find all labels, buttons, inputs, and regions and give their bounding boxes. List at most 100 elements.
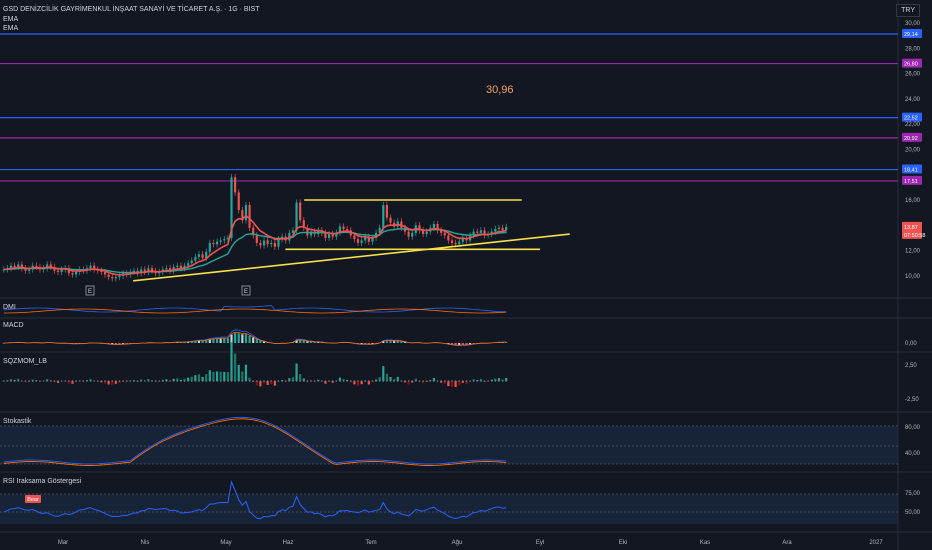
sqzmom-dot bbox=[180, 380, 182, 382]
ema-indicator-1[interactable]: EMA bbox=[3, 15, 259, 25]
sqzmom-dot bbox=[209, 380, 211, 382]
sqzmom-dot bbox=[505, 380, 507, 382]
macd-histogram-bar bbox=[219, 338, 222, 343]
sqzmom-dot bbox=[35, 380, 38, 382]
macd-histogram-bar bbox=[461, 343, 464, 345]
dmi-pane-title[interactable]: DMI bbox=[3, 304, 16, 311]
rsi-tick-label: 50,00 bbox=[905, 510, 921, 516]
sqzmom-dot bbox=[86, 380, 88, 382]
sqzmom-dot bbox=[165, 380, 168, 382]
candle-body bbox=[342, 226, 345, 230]
sqzmom-dot bbox=[111, 380, 114, 382]
sqzmom-dot bbox=[454, 380, 457, 382]
ema-indicator-2[interactable]: EMA bbox=[3, 24, 259, 34]
sqzmom-dot bbox=[219, 380, 222, 382]
candle-body bbox=[291, 230, 295, 233]
sqzmom-dot bbox=[472, 380, 475, 382]
sqzmom-dot bbox=[321, 380, 323, 382]
sqzmom-dot bbox=[96, 380, 99, 382]
sqzmom-dot bbox=[407, 380, 410, 382]
candle-body bbox=[450, 240, 454, 243]
candle-body bbox=[194, 256, 197, 261]
sqzmom-dot bbox=[462, 380, 464, 382]
candle-body bbox=[215, 241, 219, 245]
sqzmom-dot bbox=[194, 380, 197, 382]
macd-signal-line bbox=[3, 331, 507, 346]
sqzmom-dot bbox=[313, 380, 316, 382]
price-tick-label: 26,00 bbox=[905, 72, 921, 78]
macd-histogram-bar bbox=[197, 340, 201, 343]
stochastic-pane-title[interactable]: Stokastik bbox=[3, 418, 31, 425]
price-tick-label: 22,00 bbox=[905, 122, 921, 128]
price-axis-label: 17,51 bbox=[904, 179, 918, 185]
sqzmom-dot bbox=[274, 380, 276, 382]
sqzmom-pane-title[interactable]: SQZMOM_LB bbox=[3, 358, 47, 365]
rsi-pane-title[interactable]: RSI Iraksama Göstergesi bbox=[3, 478, 81, 485]
candle-body bbox=[201, 254, 204, 259]
price-tick-label: 16,00 bbox=[905, 198, 921, 204]
sqzmom-dot bbox=[357, 380, 359, 382]
candle-body bbox=[277, 239, 280, 247]
candle-body bbox=[270, 242, 273, 245]
macd-pane-title[interactable]: MACD bbox=[3, 322, 24, 329]
sqzmom-bar bbox=[237, 364, 240, 381]
sqzmom-dot bbox=[443, 380, 446, 382]
sqzmom-dot bbox=[42, 380, 45, 382]
candle-body bbox=[476, 231, 479, 233]
sqzmom-dot bbox=[198, 380, 200, 382]
candle-body bbox=[60, 269, 63, 272]
sqzmom-dot bbox=[3, 380, 5, 382]
sqzmom-dot bbox=[133, 380, 135, 382]
time-axis-label: Eyl bbox=[536, 540, 544, 546]
candle-body bbox=[407, 231, 410, 237]
sqzmom-dot bbox=[162, 380, 164, 382]
sqzmom-tick-label: -2,50 bbox=[905, 397, 919, 403]
macd-histogram-bar bbox=[385, 340, 389, 343]
sqzmom-dot bbox=[295, 380, 298, 382]
sqzmom-dot bbox=[68, 380, 70, 382]
sqzmom-dot bbox=[480, 380, 482, 382]
candle-body bbox=[190, 260, 193, 264]
sqzmom-dot bbox=[252, 380, 254, 382]
price-chart[interactable]: 30,00 28,00 26,00 24,00 22,00 20,00 16,00 12,00… bbox=[0, 0, 932, 550]
sqzmom-dot bbox=[129, 380, 132, 382]
sqzmom-bar bbox=[259, 381, 262, 387]
candle-body bbox=[237, 192, 240, 211]
sqzmom-dot bbox=[176, 380, 179, 382]
candle-body bbox=[111, 277, 114, 279]
candle-body bbox=[479, 230, 482, 233]
sqzmom-dot bbox=[104, 380, 106, 382]
sqzmom-dot bbox=[310, 380, 312, 382]
macd-histogram-bar bbox=[302, 340, 305, 343]
sqzmom-bar bbox=[234, 353, 237, 381]
sqzmom-dot bbox=[277, 380, 280, 382]
earnings-marker: E bbox=[88, 289, 92, 295]
sqzmom-dot bbox=[364, 380, 367, 382]
sqzmom-dot bbox=[389, 380, 392, 382]
sqzmom-dot bbox=[490, 380, 493, 382]
rsi-tick-label: 75,00 bbox=[905, 491, 921, 497]
time-axis-label: Nis bbox=[141, 540, 150, 546]
rsi-band bbox=[0, 494, 898, 524]
sqzmom-dot bbox=[13, 380, 16, 382]
sqzmom-dot bbox=[288, 380, 291, 382]
sqzmom-bar bbox=[194, 375, 197, 381]
time-axis-label: Ara bbox=[782, 540, 792, 546]
sqzmom-dot bbox=[447, 380, 450, 382]
macd-histogram-bar bbox=[205, 340, 208, 343]
currency-badge[interactable]: TRY bbox=[896, 4, 920, 17]
symbol-title[interactable]: GSD DENİZCİLİK GAYRİMENKUL İNŞAAT SANAYİ… bbox=[3, 5, 259, 15]
sqzmom-dot bbox=[234, 380, 236, 382]
sqzmom-dot bbox=[299, 380, 301, 382]
sqzmom-dot bbox=[306, 380, 309, 382]
candle-body bbox=[432, 224, 435, 228]
sqzmom-dot bbox=[147, 380, 150, 382]
candle-body bbox=[212, 242, 215, 245]
sqzmom-dot bbox=[270, 380, 273, 382]
sqzmom-dot bbox=[483, 380, 486, 382]
candle-body bbox=[114, 277, 117, 279]
macd-histogram-bar bbox=[255, 339, 258, 343]
sqzmom-dot bbox=[422, 380, 424, 382]
macd-histogram-bar bbox=[248, 335, 251, 343]
sqzmom-dot bbox=[324, 380, 327, 382]
